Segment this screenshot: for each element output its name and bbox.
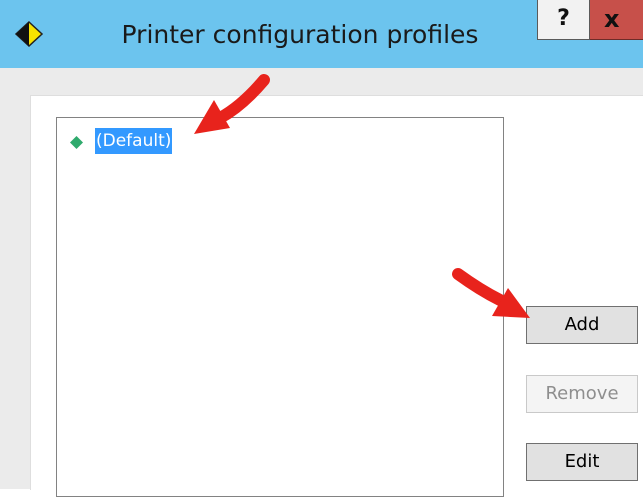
close-button[interactable]: x	[590, 0, 643, 40]
annotation-arrow-icon	[194, 74, 270, 134]
remove-button[interactable]: Remove	[526, 375, 638, 413]
edit-button[interactable]: Edit	[526, 443, 638, 481]
annotation-arrow-icon	[452, 268, 530, 318]
profile-diamond-icon	[70, 136, 83, 149]
window-title: Printer configuration profiles	[121, 20, 479, 49]
help-button[interactable]: ?	[537, 0, 590, 40]
add-button[interactable]: Add	[526, 306, 638, 344]
profiles-listbox[interactable]: (Default)	[56, 117, 504, 497]
list-item-label: (Default)	[95, 128, 173, 154]
title-bar: Printer configuration profiles ? x	[0, 0, 643, 68]
